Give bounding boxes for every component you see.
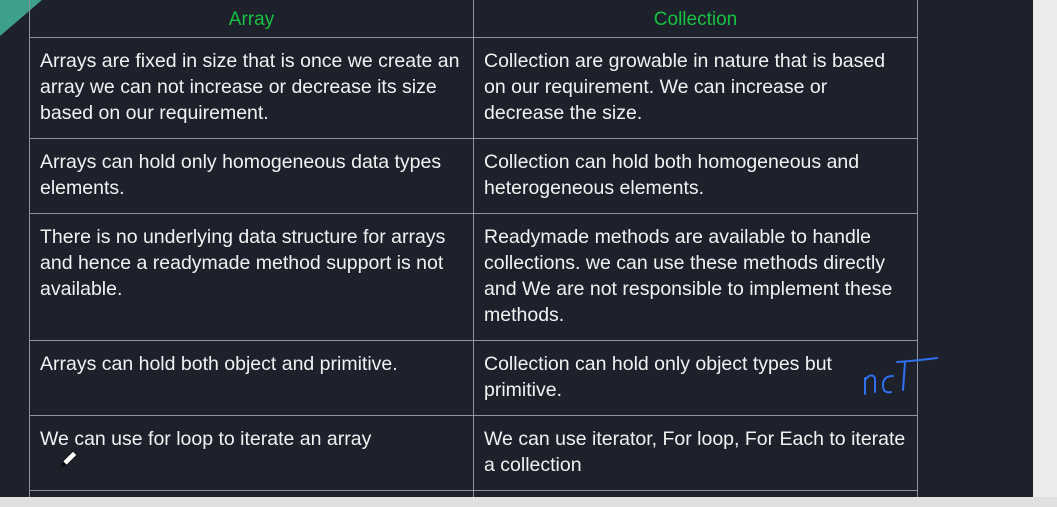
collection-cell: Collection can hold both homogeneous and…	[473, 138, 918, 214]
array-cell: We can use for loop to iterate an array	[29, 415, 474, 491]
pen-cursor-icon	[60, 450, 78, 468]
table-row: Arrays are fixed in size that is once we…	[29, 37, 918, 139]
array-cell: There is no underlying data structure fo…	[29, 213, 474, 341]
header-collection: Collection	[473, 0, 918, 38]
slide-canvas: Array Collection Arrays are fixed in siz…	[0, 0, 1033, 497]
window-edge	[1033, 0, 1057, 507]
table-header-row: Array Collection	[29, 0, 918, 38]
collection-cell: Collection can hold only object types bu…	[473, 340, 918, 416]
comparison-table: Array Collection Arrays are fixed in siz…	[29, 0, 918, 497]
handwritten-annotation	[864, 357, 938, 395]
table-row: We can use for loop to iterate an array …	[29, 415, 918, 491]
array-cell: Arrays can hold only homogeneous data ty…	[29, 138, 474, 214]
collection-cell: Collection are growable in nature that i…	[473, 37, 918, 139]
table-row: Arrays can hold both object and primitiv…	[29, 340, 918, 416]
collection-cell: Readymade methods are available to handl…	[473, 213, 918, 341]
window-edge-bottom	[0, 497, 1057, 507]
array-cell: Arrays are fixed in size that is once we…	[29, 37, 474, 139]
array-cell: Arrays can hold both object and primitiv…	[29, 340, 474, 416]
table-row: Arrays can hold only homogeneous data ty…	[29, 138, 918, 214]
table-row: There is no underlying data structure fo…	[29, 213, 918, 341]
collection-cell: We can use iterator, For loop, For Each …	[473, 415, 918, 491]
header-array: Array	[29, 0, 474, 38]
